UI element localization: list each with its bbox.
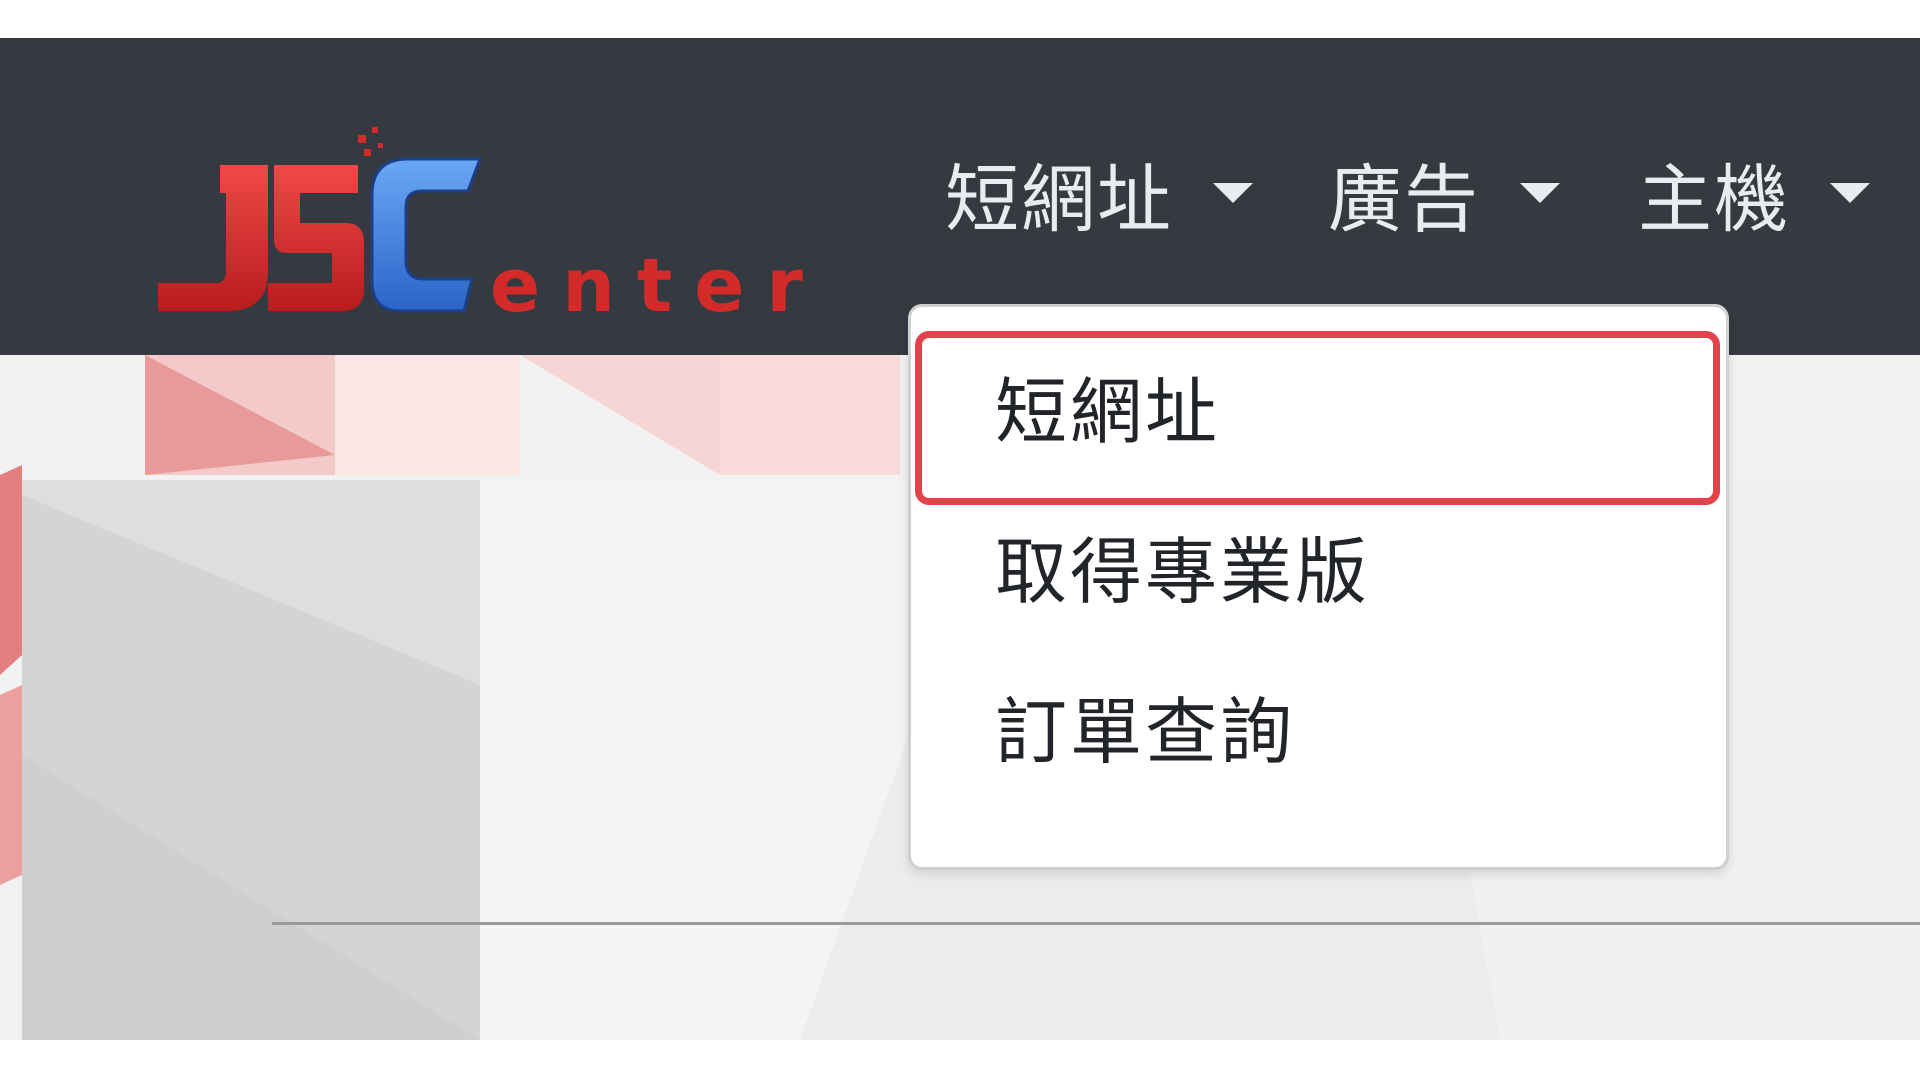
caret-down-icon xyxy=(1520,183,1560,203)
caret-down-icon xyxy=(1830,183,1870,203)
dropdown-item-get-pro[interactable]: 取得專業版 xyxy=(911,485,1726,645)
bottom-strip xyxy=(0,1040,1920,1080)
dropdown-item-order-lookup[interactable]: 訂單查詢 xyxy=(911,645,1726,805)
nav-shorturl-label: 短網址 xyxy=(945,156,1173,243)
svg-text:enter: enter xyxy=(490,243,825,329)
dropdown-item-label: 取得專業版 xyxy=(995,529,1371,614)
nav-ads-label: 廣告 xyxy=(1328,156,1480,243)
jscenter-logo-icon: enter xyxy=(158,127,825,329)
dropdown-item-label: 訂單查詢 xyxy=(995,689,1296,774)
nav-host-label: 主機 xyxy=(1638,156,1790,243)
page: enter 短網址 廣告 主機 短網址 取得專業版 訂單查詢 xyxy=(0,0,1920,1080)
dropdown-item-shorturl[interactable]: 短網址 xyxy=(911,325,1726,485)
shorturl-dropdown-menu: 短網址 取得專業版 訂單查詢 xyxy=(908,304,1729,870)
nav-dropdown-ads[interactable]: 廣告 xyxy=(1328,138,1560,248)
dropdown-item-label: 短網址 xyxy=(995,369,1221,454)
content-divider xyxy=(272,922,1920,925)
brand-logo[interactable]: enter xyxy=(150,93,830,333)
nav-dropdown-host[interactable]: 主機 xyxy=(1638,138,1870,248)
caret-down-icon xyxy=(1213,183,1253,203)
nav-dropdown-shorturl[interactable]: 短網址 xyxy=(945,138,1253,248)
